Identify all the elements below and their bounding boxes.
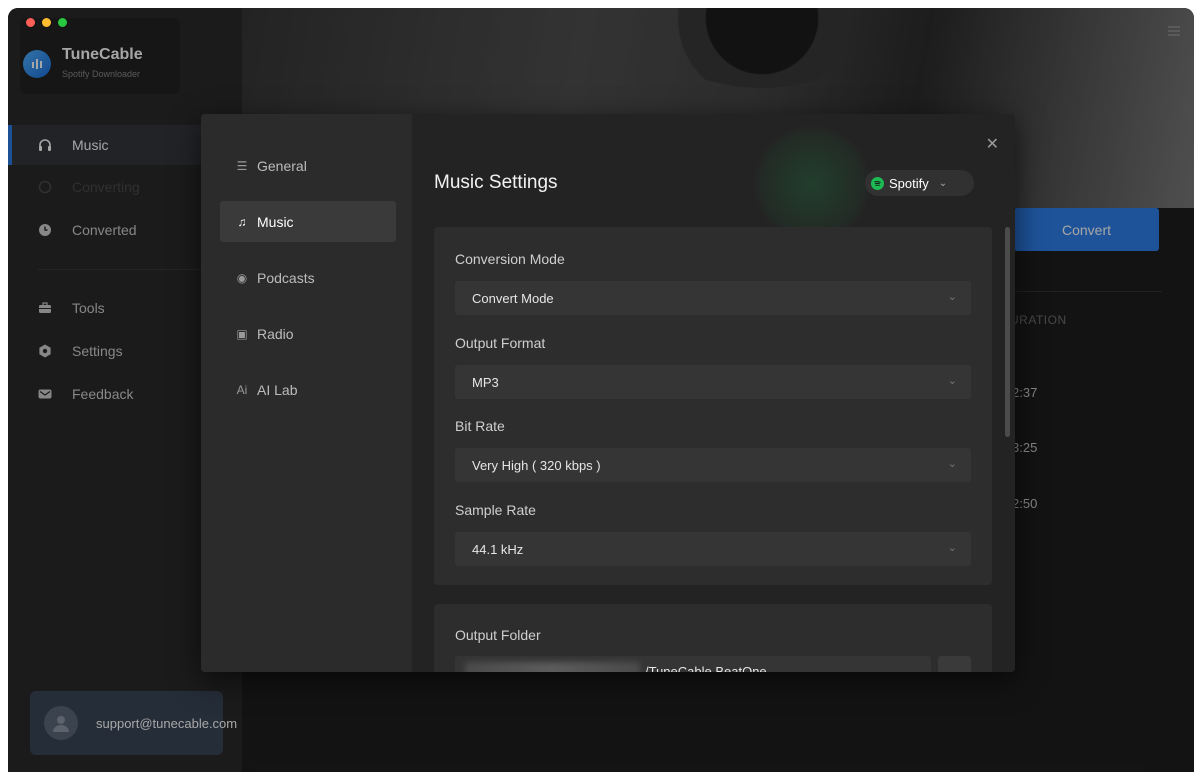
select-value: Convert Mode [472,290,554,306]
output-folder-panel: Output Folder /TuneCable BeatOne ... [434,604,992,672]
tab-general[interactable]: ☰ General [220,145,396,186]
app-window: TuneCable Spotify Downloader Music Conve… [8,8,1194,772]
dialog-title: Music Settings [434,172,558,193]
chevron-down-icon: ⌄ [947,458,957,470]
chevron-down-icon: ⌄ [938,177,948,189]
chevron-down-icon: ⌄ [947,291,957,303]
browse-folder-button[interactable]: ... [938,656,971,672]
tab-radio[interactable]: ▣ Radio [220,313,396,354]
podcast-icon: ◉ [236,270,248,285]
ai-icon: Ai [236,382,248,397]
tab-label: Podcasts [257,269,315,286]
select-value: 44.1 kHz [472,541,524,557]
spotify-icon [871,176,884,190]
output-format-label: Output Format [455,335,546,351]
redacted-path [465,662,640,672]
minimize-window-button[interactable] [42,18,51,27]
tab-music[interactable]: ♫ Music [220,201,396,242]
sample-rate-select[interactable]: 44.1 kHz ⌄ [455,532,971,566]
select-value: MP3 [472,374,499,390]
settings-content: Music Settings ✕ Spotify ⌄ Conversion Mo… [412,114,1015,672]
music-note-icon: ♫ [237,214,247,229]
output-folder-input[interactable]: /TuneCable BeatOne [455,656,931,672]
tab-label: General [257,157,307,174]
sample-rate-label: Sample Rate [455,502,536,518]
tab-ai-lab[interactable]: Ai AI Lab [220,369,396,410]
source-selector[interactable]: Spotify ⌄ [865,170,974,196]
conversion-mode-select[interactable]: Convert Mode ⌄ [455,281,971,315]
format-settings-panel: Conversion Mode Convert Mode ⌄ Output Fo… [434,227,992,585]
window-controls [26,18,67,27]
radio-icon: ▣ [236,326,248,341]
settings-dialog: ☰ General ♫ Music ◉ Podcasts ▣ Radio Ai … [201,114,1015,672]
sliders-icon: ☰ [236,158,248,173]
spotify-watermark [752,124,872,244]
output-format-select[interactable]: MP3 ⌄ [455,365,971,399]
chevron-down-icon: ⌄ [947,542,957,554]
conversion-mode-label: Conversion Mode [455,251,565,267]
bit-rate-select[interactable]: Very High ( 320 kbps ) ⌄ [455,448,971,482]
maximize-window-button[interactable] [58,18,67,27]
bit-rate-label: Bit Rate [455,418,505,434]
tab-label: AI Lab [257,381,298,398]
tab-label: Music [257,213,294,230]
folder-path: /TuneCable BeatOne [645,663,767,673]
tab-podcasts[interactable]: ◉ Podcasts [220,257,396,298]
close-window-button[interactable] [26,18,35,27]
chevron-down-icon: ⌄ [947,375,957,387]
tab-label: Radio [257,325,294,342]
settings-nav: ☰ General ♫ Music ◉ Podcasts ▣ Radio Ai … [201,114,412,672]
scrollbar[interactable] [1005,227,1010,437]
output-folder-label: Output Folder [455,627,541,643]
source-label: Spotify [889,175,929,191]
close-icon[interactable]: ✕ [986,134,999,154]
select-value: Very High ( 320 kbps ) [472,457,601,473]
